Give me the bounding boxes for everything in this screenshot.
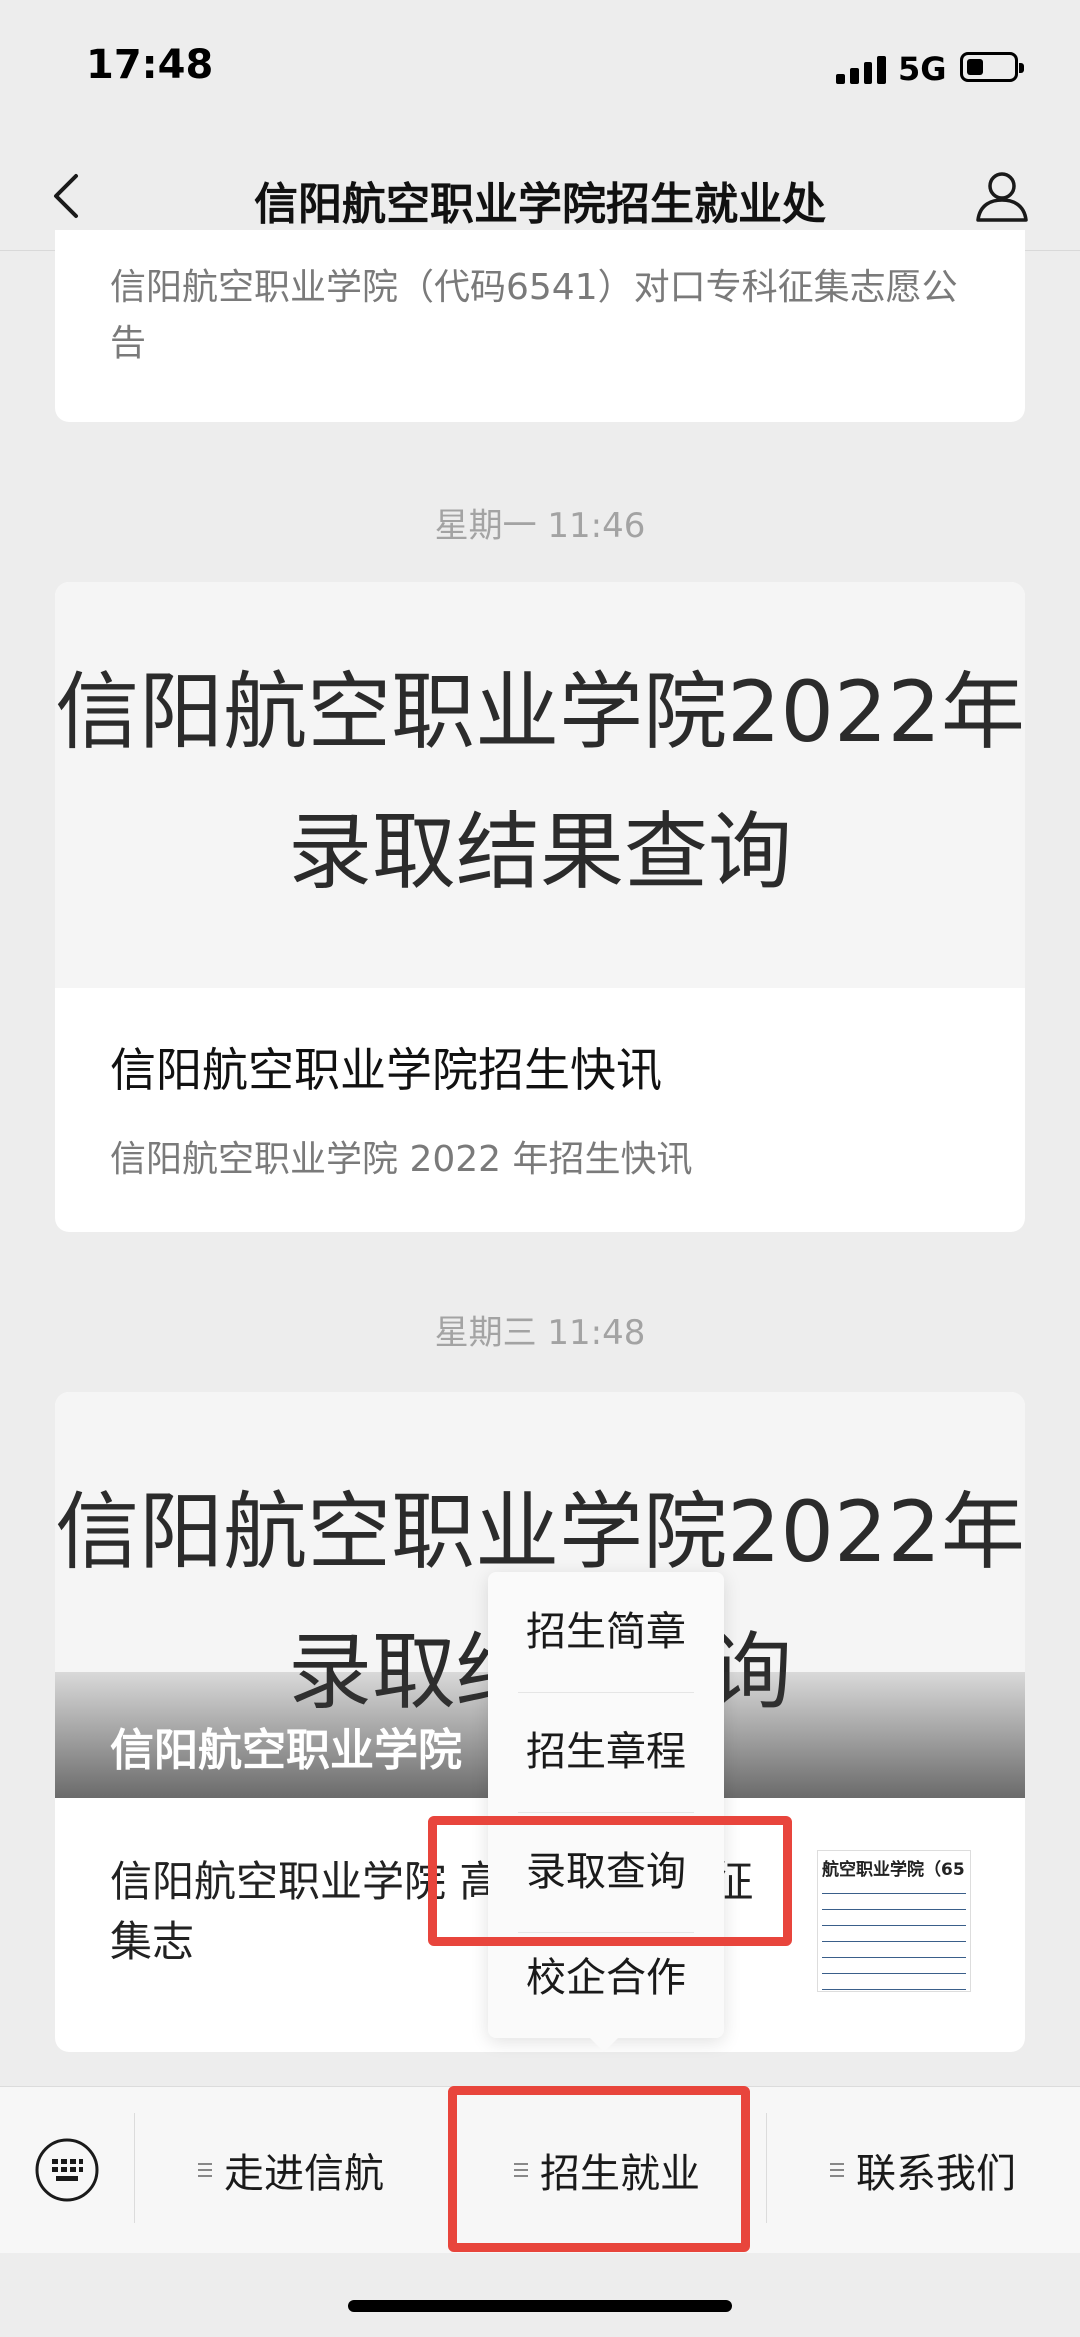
status-bar: 17:48 5G xyxy=(0,0,1080,140)
cover-line: 录取结果查询 xyxy=(287,803,792,901)
highlight-box xyxy=(448,2086,750,2252)
article-thumbnail: 航空职业学院（65 xyxy=(817,1850,971,1992)
message-timestamp: 星期三 11:48 xyxy=(434,1313,646,1353)
status-time: 17:48 xyxy=(86,42,214,88)
network-type: 5G xyxy=(898,50,947,88)
submenu-popup: 招生简章 招生章程 录取查询 校企合作 xyxy=(488,1572,724,2052)
signal-icon xyxy=(836,52,886,84)
keyboard-icon[interactable] xyxy=(34,2137,100,2203)
message-timestamp: 星期一 11:46 xyxy=(434,506,646,546)
article-description: 信阳航空职业学院（代码6541）对口专科征集志愿公告 xyxy=(110,267,958,364)
menu-item-contact[interactable]: 联系我们 xyxy=(766,2087,1080,2253)
cover-line: 信阳航空职业学院2022年 xyxy=(55,663,1025,761)
article-card[interactable]: 信阳航空职业学院2022年 录取结果查询 信阳航空职业学院招生快讯 信阳航空职业… xyxy=(55,582,1025,1232)
article-card[interactable]: 信阳航空职业学院（代码6541）对口专科征集志愿公告 xyxy=(55,230,1025,422)
highlight-box xyxy=(428,1816,792,1946)
submenu-item-brochure[interactable]: 招生简章 xyxy=(488,1572,724,1692)
page-title: 信阳航空职业学院招生就业处 xyxy=(254,179,826,230)
menu-lines-icon xyxy=(830,2161,844,2179)
menu-item-label: 联系我们 xyxy=(856,2151,1016,2197)
article-title: 信阳航空职业学院招生快讯 xyxy=(110,1043,662,1097)
profile-icon[interactable] xyxy=(970,164,1034,228)
home-indicator xyxy=(348,2300,732,2312)
menu-item-about[interactable]: 走进信航 xyxy=(134,2087,448,2253)
menu-item-label: 走进信航 xyxy=(224,2151,384,2197)
submenu-item-regulations[interactable]: 招生章程 xyxy=(488,1692,724,1812)
battery-icon xyxy=(960,52,1024,82)
article-subtitle: 信阳航空职业学院 2022 年招生快讯 xyxy=(110,1139,693,1180)
article-cover: 信阳航空职业学院2022年 录取结果查询 xyxy=(55,582,1025,988)
menu-lines-icon xyxy=(198,2161,212,2179)
thumbnail-title: 航空职业学院（65 xyxy=(822,1860,965,1880)
